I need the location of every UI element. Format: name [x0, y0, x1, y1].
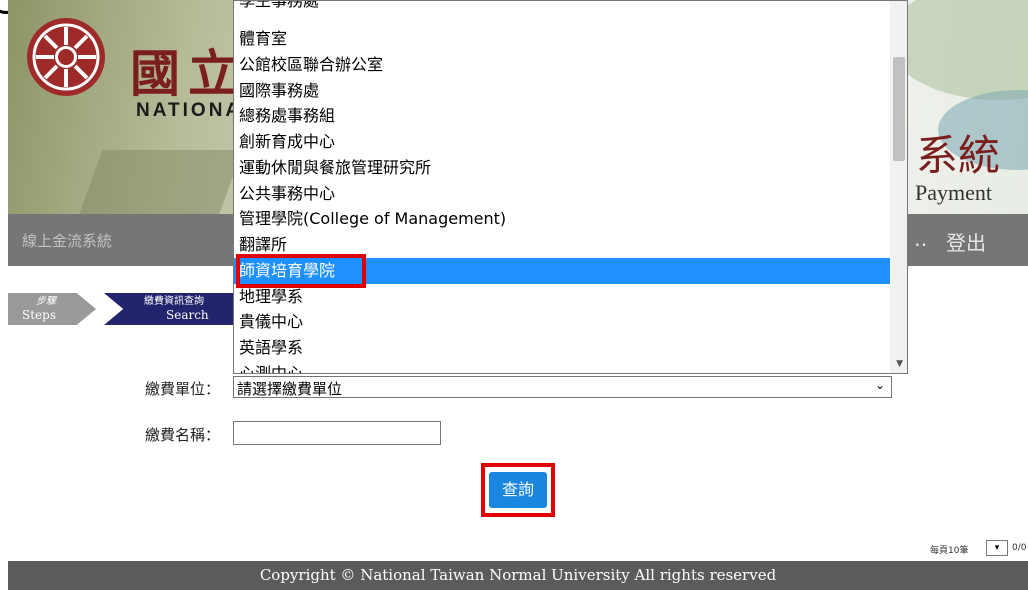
dropdown-option[interactable]: 英語學系 [234, 335, 890, 361]
scrollbar-thumb[interactable] [893, 57, 905, 161]
logout-link[interactable]: 登出 [946, 227, 986, 256]
system-title-en: Payment [915, 180, 992, 205]
dropdown-option[interactable]: 公共事務中心 [234, 181, 890, 207]
dropdown-option[interactable]: 學生事務處 [234, 1, 890, 14]
unit-label: 繳費單位： [145, 380, 221, 398]
payment-name-input[interactable] [233, 421, 441, 445]
dropdown-option[interactable]: 創新育成中心 [234, 129, 890, 155]
per-page-select[interactable]: ▾ [986, 540, 1008, 556]
university-title-zh: 國立 [130, 44, 246, 103]
dropdown-option[interactable]: 體育室 [234, 26, 890, 52]
dropdown-option[interactable]: 心測中心 [234, 361, 890, 373]
dropdown-scrollbar[interactable]: ▼ [890, 1, 907, 373]
query-button[interactable]: 查詢 [489, 472, 547, 508]
annotation-highlight-option [236, 254, 366, 288]
nav-extra-item[interactable]: ‥ [914, 227, 927, 251]
payment-unit-select[interactable]: 請選擇繳費單位 ⌄ [233, 376, 892, 398]
copyright-text: Copyright © National Taiwan Normal Unive… [259, 566, 777, 584]
chevron-down-icon: ⌄ [874, 378, 885, 392]
payment-unit-value: 請選擇繳費單位 [237, 380, 343, 398]
dropdown-option[interactable]: 公館校區聯合辦公室 [234, 52, 890, 78]
dropdown-option[interactable]: 管理學院(College of Management) [234, 206, 890, 232]
per-page-label: 每頁10筆 [930, 546, 969, 556]
chevron-down-icon: ▾ [994, 543, 1000, 553]
dropdown-option[interactable]: 國際事務處 [234, 78, 890, 104]
dropdown-option[interactable]: 運動休閒與餐旅管理研究所 [234, 155, 890, 181]
nav-home-link[interactable]: 線上金流系統 [22, 230, 112, 251]
system-title-zh: 系統 [916, 131, 1001, 180]
dropdown-option[interactable]: 總務處事務組 [234, 103, 890, 129]
step-label: 步驟 Steps [8, 293, 96, 325]
university-seal-icon [27, 18, 105, 96]
name-label: 繳費名稱： [145, 426, 221, 444]
scroll-down-icon[interactable]: ▼ [896, 359, 903, 369]
dropdown-option[interactable]: 貴儀中心 [234, 309, 890, 335]
page-count: 0/0 [1012, 543, 1027, 553]
footer: Copyright © National Taiwan Normal Unive… [8, 561, 1028, 590]
payment-unit-dropdown-list[interactable]: 學生事務處 體育室 公館校區聯合辦公室 國際事務處 總務處事務組 創新育成中心 … [233, 0, 908, 374]
